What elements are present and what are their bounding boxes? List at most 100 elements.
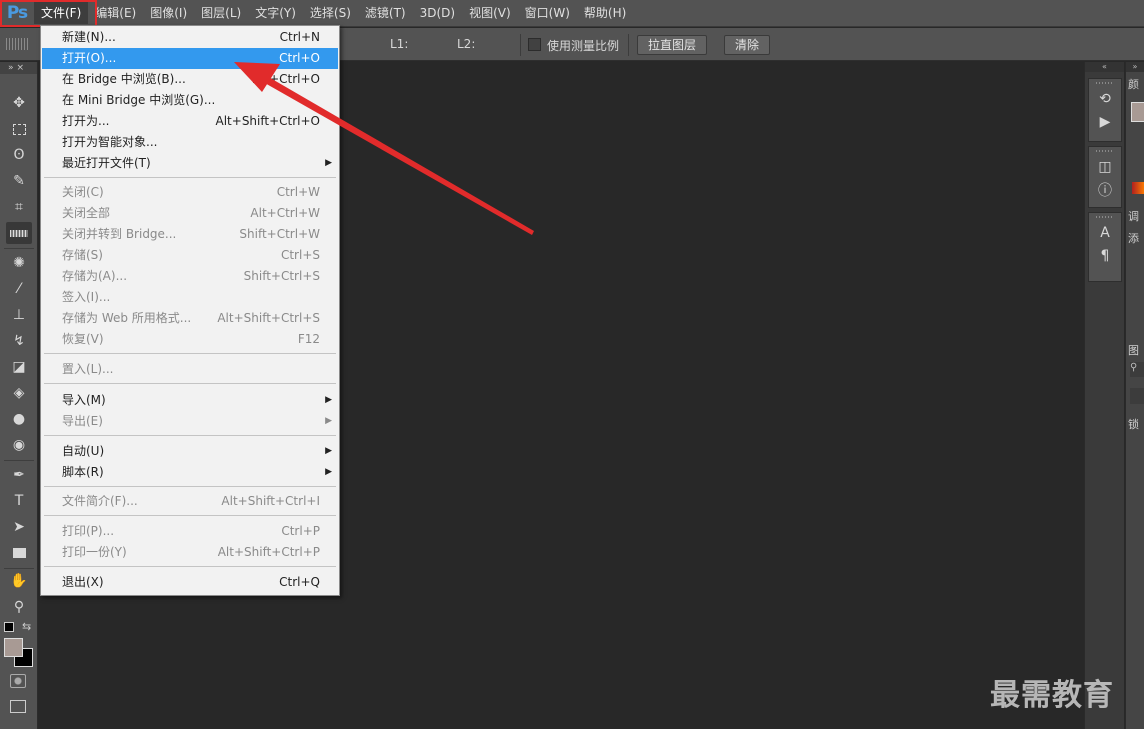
photoshop-logo: Ps (6, 3, 28, 23)
menu-item-new[interactable]: 新建(N)... Ctrl+N (42, 27, 338, 48)
clone-stamp-tool-icon[interactable]: ⊥ (6, 304, 32, 326)
menu-image[interactable]: 图像(I) (143, 2, 194, 24)
rectangle-tool-icon[interactable] (6, 542, 32, 564)
layers-blend-mode-select[interactable] (1130, 388, 1144, 404)
dock-grip[interactable] (1096, 79, 1114, 87)
menu-help[interactable]: 帮助(H) (577, 2, 633, 24)
menu-item-place[interactable]: 置入(L)... (42, 359, 338, 380)
ruler-tool-preset-icon[interactable] (6, 38, 28, 50)
menu-separator (44, 353, 336, 354)
menu-bar: Ps 文件(F) 编辑(E) 图像(I) 图层(L) 文字(Y) 选择(S) 滤… (0, 0, 1144, 27)
straighten-layer-button[interactable]: 拉直图层 (637, 35, 708, 55)
foreground-color-swatch[interactable] (4, 638, 23, 657)
history-brush-tool-icon[interactable]: ↯ (6, 330, 32, 352)
brush-tool-icon[interactable]: ⁄ (6, 278, 32, 300)
menu-item-close-and-go-to-bridge[interactable]: 关闭并转到 Bridge... Shift+Ctrl+W (42, 224, 338, 245)
menu-separator (44, 566, 336, 567)
lock-label: 锁 (1128, 418, 1139, 431)
menu-item-save-as[interactable]: 存储为(A)... Shift+Ctrl+S (42, 266, 338, 287)
dock-grip[interactable] (1096, 213, 1114, 221)
clear-button[interactable]: 清除 (724, 35, 771, 55)
menu-item-open-as[interactable]: 打开为... Alt+Shift+Ctrl+O (42, 111, 338, 132)
toolbar-separator (4, 248, 34, 249)
ruler-tool-icon[interactable] (6, 222, 32, 244)
menu-item-browse-in-mini-bridge[interactable]: 在 Mini Bridge 中浏览(G)... (42, 90, 338, 111)
submenu-arrow-icon: ▶ (325, 416, 332, 426)
paint-bucket-tool-icon[interactable]: ◈ (6, 382, 32, 404)
menu-item-automate[interactable]: 自动(U) ▶ (42, 441, 338, 462)
menu-window[interactable]: 窗口(W) (518, 2, 577, 24)
adjustments-panel-tab[interactable]: 调 (1128, 208, 1139, 224)
3d-panel-icon[interactable]: ◫ (1089, 155, 1121, 178)
hand-tool-icon[interactable]: ✋ (6, 570, 32, 592)
menu-item-save-for-web[interactable]: 存储为 Web 所用格式... Alt+Shift+Ctrl+S (42, 308, 338, 329)
menu-item-save[interactable]: 存储(S) Ctrl+S (42, 245, 338, 266)
paragraph-panel-icon[interactable]: ¶ (1089, 244, 1121, 267)
actions-panel-icon[interactable]: ▶ (1089, 110, 1121, 133)
foreground-color-swatch[interactable] (1131, 102, 1144, 122)
blur-tool-icon[interactable]: ● (6, 408, 32, 430)
screen-mode-icon[interactable] (10, 700, 26, 713)
menu-item-print[interactable]: 打印(P)... Ctrl+P (42, 521, 338, 542)
type-tool-icon[interactable]: T (6, 490, 32, 512)
menu-item-close[interactable]: 关闭(C) Ctrl+W (42, 182, 338, 203)
lasso-tool-icon[interactable]: ʘ (6, 144, 32, 166)
menu-item-scripts[interactable]: 脚本(R) ▶ (42, 462, 338, 483)
menu-item-file-info[interactable]: 文件简介(F)... Alt+Shift+Ctrl+I (42, 491, 338, 512)
spot-heal-tool-icon[interactable]: ✺ (6, 252, 32, 274)
menu-item-open[interactable]: 打开(O)... Ctrl+O (42, 48, 338, 69)
menu-item-browse-in-bridge[interactable]: 在 Bridge 中浏览(B)... Alt+Ctrl+O (42, 69, 338, 90)
dock-collapse-bar[interactable]: « (1085, 62, 1124, 72)
submenu-arrow-icon: ▶ (325, 446, 332, 456)
path-select-tool-icon[interactable]: ➤ (6, 516, 32, 538)
default-colors-icon[interactable] (4, 622, 14, 632)
color-panel-tab[interactable]: 颜 (1128, 76, 1139, 92)
menu-item-revert[interactable]: 恢复(V) F12 (42, 329, 338, 350)
quick-select-tool-icon[interactable]: ✎ (6, 170, 32, 192)
options-separator (628, 34, 629, 56)
tools-panel-header[interactable]: »× (0, 62, 37, 74)
menu-item-export[interactable]: 导出(E) ▶ (42, 411, 338, 432)
menu-item-check-in[interactable]: 签入(I)... (42, 287, 338, 308)
menu-item-close-all[interactable]: 关闭全部 Alt+Ctrl+W (42, 203, 338, 224)
menu-layer[interactable]: 图层(L) (194, 2, 248, 24)
eraser-tool-icon[interactable]: ◪ (6, 356, 32, 378)
watermark-text: 最需教育 (990, 678, 1114, 713)
menu-item-open-as-smart-object[interactable]: 打开为智能对象... (42, 132, 338, 153)
panel-dock-expanded: » 颜 调 添 图 ⚲ 锁 (1125, 62, 1144, 729)
zoom-tool-icon[interactable]: ⚲ (6, 596, 32, 618)
menu-edit[interactable]: 编辑(E) (88, 2, 143, 24)
quick-mask-icon[interactable] (10, 674, 26, 688)
dock-collapse-bar[interactable]: » (1126, 62, 1144, 72)
move-tool-icon[interactable]: ✥ (6, 92, 32, 114)
menu-file[interactable]: 文件(F) (34, 2, 89, 24)
layers-search-icon[interactable]: ⚲ (1130, 362, 1144, 377)
tools-panel: »× ✥ ʘ ✎ ⌗ ✺ ⁄ ⊥ ↯ ◪ ◈ ● ◉ ✒ T ➤ ✋ ⚲ ⇆ (0, 62, 38, 729)
dock-grip[interactable] (1096, 147, 1114, 155)
color-ramp[interactable] (1132, 182, 1144, 194)
dodge-tool-icon[interactable]: ◉ (6, 434, 32, 456)
menu-item-exit[interactable]: 退出(X) Ctrl+Q (42, 572, 338, 593)
swap-colors-icon[interactable]: ⇆ (22, 620, 31, 633)
use-measurement-scale-checkbox[interactable] (528, 38, 541, 51)
info-panel-icon[interactable]: ⓘ (1089, 178, 1121, 201)
menu-select[interactable]: 选择(S) (303, 2, 358, 24)
history-panel-icon[interactable]: ⟲ (1089, 87, 1121, 110)
menu-item-import[interactable]: 导入(M) ▶ (42, 390, 338, 411)
menu-view[interactable]: 视图(V) (462, 2, 518, 24)
dock-group-history: ⟲ ▶ (1088, 78, 1122, 142)
menu-filter[interactable]: 滤镜(T) (358, 2, 413, 24)
toolbar-separator (4, 568, 34, 569)
file-dropdown-menu: 新建(N)... Ctrl+N 打开(O)... Ctrl+O 在 Bridge 中… (40, 25, 340, 596)
menu-item-print-one-copy[interactable]: 打印一份(Y) Alt+Shift+Ctrl+P (42, 542, 338, 563)
marquee-tool-icon[interactable] (6, 118, 32, 140)
pen-tool-icon[interactable]: ✒ (6, 464, 32, 486)
crop-tool-icon[interactable]: ⌗ (6, 196, 32, 218)
layers-panel-tab[interactable]: 图 (1128, 342, 1139, 358)
menu-item-open-recent[interactable]: 最近打开文件(T) ▶ (42, 153, 338, 174)
options-separator (520, 34, 521, 56)
character-panel-icon[interactable]: A (1089, 221, 1121, 244)
menu-type[interactable]: 文字(Y) (248, 2, 303, 24)
submenu-arrow-icon: ▶ (325, 158, 332, 168)
menu-3d[interactable]: 3D(D) (413, 2, 462, 24)
